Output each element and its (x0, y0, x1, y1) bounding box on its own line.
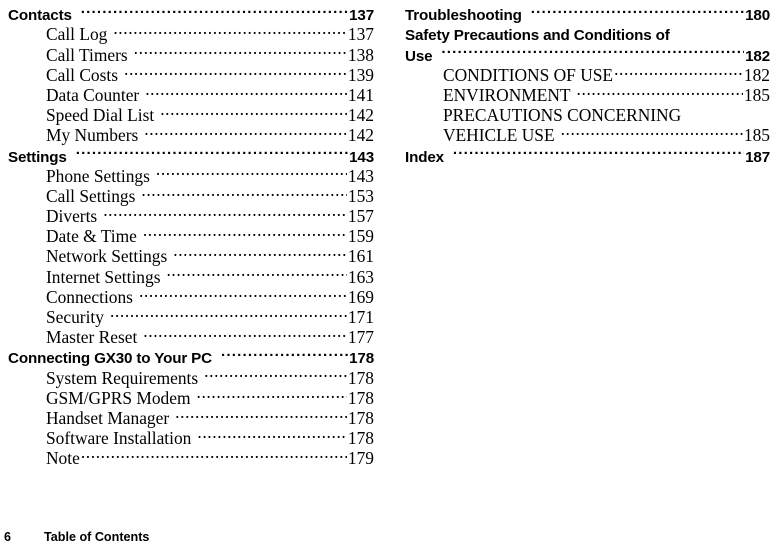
toc-entry-label: Phone Settings (46, 165, 150, 186)
toc-page-number: 142 (347, 105, 374, 126)
dot-leader (81, 444, 347, 464)
dot-leader (687, 101, 769, 121)
dot-leader (175, 404, 347, 424)
dot-leader (81, 0, 348, 20)
toc-page-number: 159 (347, 226, 374, 247)
dot-leader (103, 202, 347, 222)
toc-entry-label: GSM/GPRS Modem (46, 387, 191, 408)
toc-page-number: 178 (347, 407, 374, 428)
dot-leader (143, 323, 347, 343)
toc-entry-label: Note (46, 448, 80, 469)
toc-page-number: 178 (347, 387, 374, 408)
dot-leader (173, 242, 347, 262)
dot-leader (156, 162, 347, 182)
toc-page-number: 178 (347, 367, 374, 388)
dot-leader (679, 20, 769, 40)
toc-entry-label: Date & Time (46, 226, 137, 247)
dot-leader (143, 222, 347, 242)
toc-page-number: 141 (347, 84, 374, 105)
toc-entry-label: Diverts (46, 206, 98, 227)
toc-heading-label: Use (405, 47, 433, 65)
dot-leader (144, 121, 347, 141)
toc-page-number: 137 (347, 24, 374, 45)
toc-entry-label: Data Counter (46, 84, 140, 105)
dot-leader (221, 343, 348, 363)
toc-entry-label: Call Timers (46, 44, 128, 65)
toc-page-number: 143 (347, 165, 374, 186)
dot-leader (204, 363, 347, 383)
toc-page-number: 178 (347, 428, 374, 449)
dot-leader (113, 20, 347, 40)
dot-leader (196, 384, 346, 404)
toc-page-number: 182 (743, 64, 770, 85)
dot-leader (614, 61, 743, 81)
dot-leader (145, 81, 347, 101)
dot-leader (197, 424, 347, 444)
toc-page-number: 179 (347, 448, 374, 469)
toc-entry-label: Network Settings (46, 246, 168, 267)
toc-heading-row[interactable]: Use 182 (405, 40, 770, 64)
dot-leader (166, 262, 346, 282)
toc-column-left: Contacts 137 Call Log 137 Call Timers 138 Call… (8, 0, 374, 468)
toc-heading-label: Troubleshooting (405, 7, 522, 25)
toc-entry-label: ENVIRONMENT (443, 84, 571, 105)
toc-page-number: 161 (347, 246, 374, 267)
dot-leader (76, 141, 348, 161)
toc-page-number: 182 (745, 47, 770, 65)
toc-page-number: 171 (347, 307, 374, 327)
toc-entry-label: Call Costs (46, 64, 118, 85)
toc-page-number: 143 (349, 148, 374, 166)
toc-page-number: 138 (347, 44, 374, 65)
toc-entry-label: System Requirements (46, 367, 199, 388)
dot-leader (124, 61, 347, 81)
toc-page-number: 139 (347, 64, 374, 85)
dot-leader (531, 0, 744, 20)
dot-leader (110, 303, 347, 323)
toc-page-number: 185 (743, 125, 770, 146)
toc-page-number: 178 (349, 350, 374, 368)
dot-leader (577, 81, 743, 101)
toc-page-number: 137 (349, 7, 374, 25)
toc-heading-label: Settings (8, 148, 67, 166)
toc-entry-row[interactable]: CONDITIONS OF USE182 (405, 61, 770, 85)
toc-page-number: 163 (347, 266, 374, 287)
toc-column-right: Troubleshooting180Safety Precautions and… (405, 0, 770, 166)
toc-heading-row[interactable]: Troubleshooting180 (405, 0, 770, 24)
page-footer: 6 Table of Contents (0, 528, 772, 546)
dot-leader (139, 283, 347, 303)
dot-leader (441, 40, 744, 60)
toc-page-number: 142 (347, 125, 374, 146)
toc-entry-label: Handset Manager (46, 407, 170, 428)
toc-heading-label: Index (405, 148, 444, 166)
dot-leader (453, 141, 744, 161)
dot-leader (141, 182, 347, 202)
toc-heading-label: Contacts (8, 7, 72, 25)
toc-heading-row[interactable]: Contacts 137 (8, 0, 374, 24)
toc-page-number: 157 (347, 206, 374, 227)
toc-entry-label: Master Reset (46, 327, 138, 348)
toc-heading-label: Connecting GX30 to Your PC (8, 350, 212, 368)
toc-page-number: 169 (347, 286, 374, 307)
dot-leader (160, 101, 347, 121)
toc-entry-label: Security (46, 307, 104, 327)
toc-page-number: 177 (347, 327, 374, 348)
footer-title: Table of Contents (44, 530, 150, 544)
toc-entry-label: Speed Dial List (46, 105, 155, 126)
dot-leader (134, 40, 347, 60)
dot-leader (561, 121, 743, 141)
toc-page: Contacts 137 Call Log 137 Call Timers 138 Call… (0, 0, 772, 549)
toc-page-number: 153 (347, 185, 374, 206)
footer-page-number: 6 (4, 530, 12, 544)
toc-heading-row[interactable]: Index 187 (405, 141, 770, 165)
toc-entry-label: Call Log (46, 24, 108, 45)
toc-page-number: 187 (745, 148, 770, 166)
